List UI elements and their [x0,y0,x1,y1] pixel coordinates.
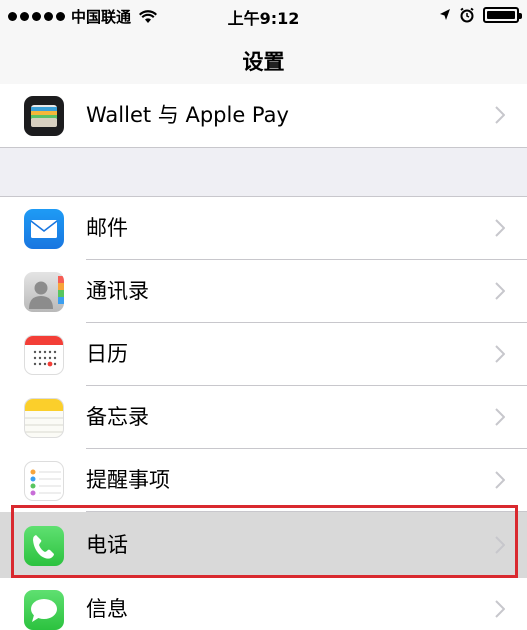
settings-row-messages[interactable]: 信息 [0,578,527,630]
location-arrow-icon [440,9,450,20]
settings-row-mail[interactable]: 邮件 [0,197,527,260]
settings-row-label: 备忘录 [86,405,149,429]
settings-group-wallet: Wallet 与 Apple Pay [0,84,527,148]
alarm-icon [460,7,474,23]
reminders-icon [24,461,64,501]
settings-row-label: 提醒事项 [86,468,170,492]
chevron-right-icon [495,536,505,554]
settings-row-notes[interactable]: 备忘录 [0,386,527,449]
battery-icon [483,7,522,23]
chevron-right-icon [495,408,505,426]
chevron-right-icon [495,282,505,300]
settings-row-calendar[interactable]: 日历 [0,323,527,386]
settings-group-apps: 邮件 通讯录 日历 备忘录 提醒事项 电话 信息 [0,196,527,630]
messages-icon [24,590,64,630]
settings-row-label: Wallet 与 Apple Pay [86,103,289,127]
chevron-right-icon [495,600,505,618]
status-bar: 中国联通 上午9:12 [0,0,527,32]
settings-row-wallet[interactable]: Wallet 与 Apple Pay [0,84,527,147]
chevron-right-icon [495,345,505,363]
settings-row-label: 日历 [86,342,128,366]
mail-icon [24,209,64,249]
status-right [439,7,522,23]
chevron-right-icon [495,471,505,489]
settings-row-label: 通讯录 [86,279,149,303]
settings-row-label: 电话 [86,533,128,557]
notes-icon [24,398,64,438]
page-title: 设置 [242,50,285,74]
settings-row-label: 邮件 [86,216,128,240]
calendar-icon [24,335,64,375]
chevron-right-icon [495,219,505,237]
settings-row-reminders[interactable]: 提醒事项 [0,449,527,512]
wallet-icon [24,96,64,136]
phone-icon [24,526,64,566]
nav-bar: 设置 [0,32,527,90]
settings-row-contacts[interactable]: 通讯录 [0,260,527,323]
settings-row-label: 信息 [86,597,128,621]
chevron-right-icon [495,106,505,124]
contacts-icon [24,272,64,312]
settings-row-phone[interactable]: 电话 [0,512,527,578]
